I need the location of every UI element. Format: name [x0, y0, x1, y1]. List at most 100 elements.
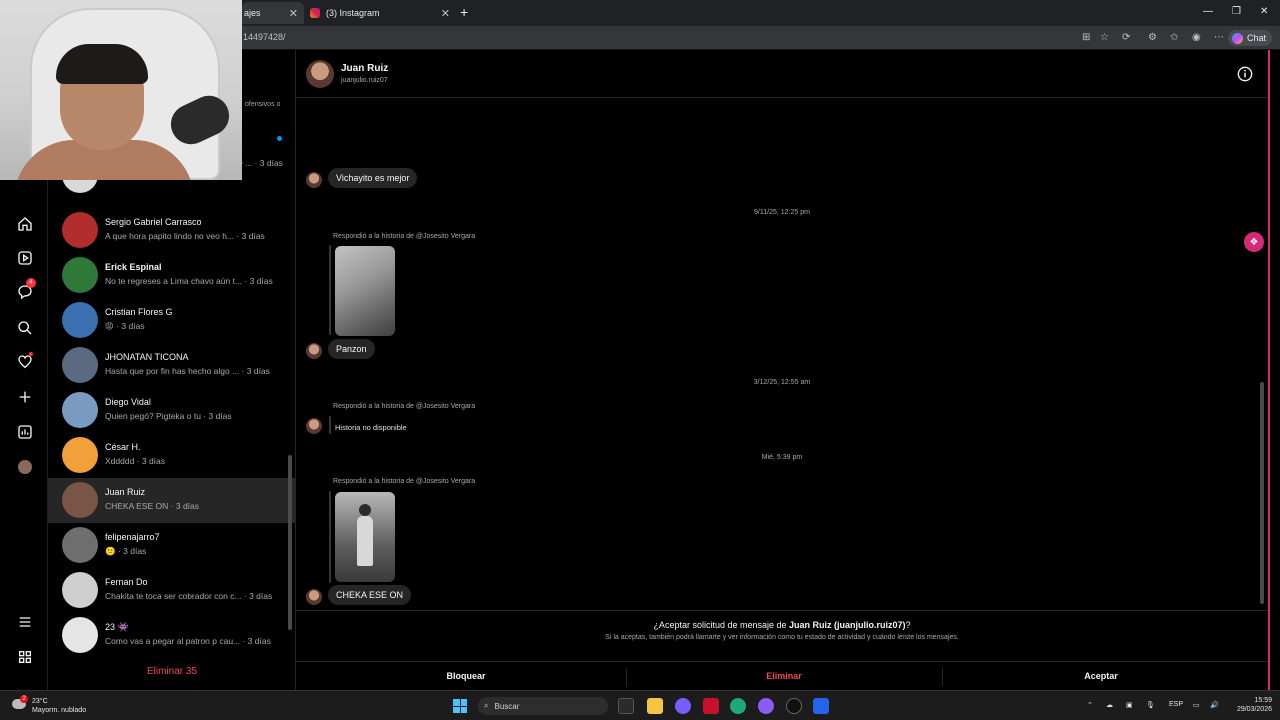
avatar: [62, 257, 98, 293]
conversation-item[interactable]: Juan Ruiz CHEKA ESE ON · 3 días: [48, 478, 295, 523]
story-reply-label: Respondió a la historia de @Josesito Ver…: [333, 478, 476, 485]
conversation-name: 23 👾: [105, 622, 129, 632]
avatar: [62, 527, 98, 563]
delete-requests-button[interactable]: Eliminar 35: [48, 666, 295, 677]
conversation-item[interactable]: Diego Vidal Quien pegó? Pigteka o tu · 3 …: [48, 388, 295, 433]
message-bubble[interactable]: Vichayito es mejor: [328, 168, 418, 188]
search-icon[interactable]: [16, 319, 34, 337]
request-question: ¿Aceptar solicitud de mensaje de Juan Ru…: [296, 620, 1268, 630]
messages-icon[interactable]: 4: [16, 278, 36, 301]
chat-header: Juan Ruiz juanjulio.ruiz07: [296, 50, 1268, 98]
favorites-icon[interactable]: ✩: [1170, 32, 1178, 43]
sender-avatar: [306, 172, 322, 188]
messenger-icon[interactable]: [758, 698, 774, 714]
monitor-icon[interactable]: ▭: [1193, 701, 1200, 709]
copilot-gem-icon[interactable]: ❖: [1244, 232, 1264, 252]
create-plus-icon[interactable]: [16, 388, 34, 406]
conversation-item[interactable]: 23 👾 Como vas a pegar al patron p cau... …: [48, 613, 295, 658]
list-scrollbar[interactable]: [288, 455, 292, 630]
conversation-item[interactable]: Sergio Gabriel Carrasco A que hora papito…: [48, 208, 295, 253]
conversation-preview: Hasta que por fin has hecho algo ... · 3…: [105, 366, 270, 376]
contact-avatar[interactable]: [306, 60, 334, 88]
delete-button[interactable]: Eliminar: [622, 671, 946, 681]
edge-icon[interactable]: [730, 698, 746, 714]
task-view-icon[interactable]: [618, 698, 634, 714]
mic-icon[interactable]: 🎙: [1146, 701, 1155, 709]
home-icon[interactable]: [16, 215, 34, 233]
conversation-name: Diego Vidal: [105, 397, 151, 407]
clock[interactable]: 15:59 29/03/2026: [1228, 696, 1272, 714]
weather-widget[interactable]: 23°C Mayorm. nublado: [32, 697, 86, 715]
copilot-chat-button[interactable]: Chat: [1227, 30, 1272, 46]
app-icon[interactable]: [813, 698, 829, 714]
timestamp: 3/12/25, 12:55 am: [753, 379, 811, 386]
conversation-preview: 😡 · 3 días: [105, 321, 145, 331]
volume-icon[interactable]: 🔊: [1210, 701, 1219, 709]
activity-dot: [29, 352, 33, 356]
accept-button[interactable]: Aceptar: [939, 671, 1263, 681]
timestamp: 9/11/25, 12:25 pm: [754, 209, 810, 216]
tab-messages[interactable]: ajes ✕: [242, 2, 304, 24]
avatar: [62, 212, 98, 248]
profile-icon[interactable]: ◉: [1192, 32, 1201, 43]
office-app-icon[interactable]: [703, 698, 719, 714]
notifications-badge: 4: [26, 278, 36, 288]
copilot-app-icon[interactable]: [675, 698, 691, 714]
taskbar-search[interactable]: ⌕ Buscar: [478, 697, 608, 715]
menu-icon[interactable]: [16, 613, 34, 631]
info-icon[interactable]: [1237, 66, 1253, 82]
url-field[interactable]: 14497428/: [243, 32, 286, 42]
contact-name[interactable]: Juan Ruiz: [341, 63, 388, 74]
message-bubble[interactable]: CHEKA ESE ON: [328, 585, 412, 605]
file-explorer-icon[interactable]: [647, 698, 663, 714]
new-tab-icon[interactable]: +: [460, 4, 468, 20]
close-window-icon[interactable]: ✕: [1260, 6, 1268, 17]
extensions-icon[interactable]: ⚙: [1148, 32, 1157, 43]
maximize-icon[interactable]: ❐: [1232, 6, 1241, 17]
block-button[interactable]: Bloquear: [304, 671, 628, 681]
refresh-icon[interactable]: ⟳: [1122, 32, 1130, 43]
story-thumbnail[interactable]: [335, 492, 395, 582]
avatar: [62, 302, 98, 338]
favorite-star-icon[interactable]: ☆: [1100, 32, 1109, 43]
profile-avatar[interactable]: [16, 458, 34, 476]
cloud-tray-icon[interactable]: ☁: [1106, 701, 1113, 709]
avatar: [62, 437, 98, 473]
reels-icon[interactable]: [16, 249, 34, 267]
heart-icon[interactable]: [16, 352, 34, 371]
conversation-item[interactable]: felipenajarro7 🙂 · 3 días: [48, 523, 295, 568]
more-apps-icon[interactable]: [16, 648, 34, 666]
person-hair: [56, 44, 148, 84]
weather-badge: 2: [20, 695, 28, 703]
more-icon[interactable]: ⋯: [1214, 32, 1224, 43]
date: 29/03/2026: [1236, 706, 1272, 713]
conversation-item[interactable]: César H. Xddddd · 3 días: [48, 433, 295, 478]
webcam-overlay: [0, 0, 242, 180]
tab-instagram[interactable]: (3) Instagram ✕: [306, 2, 456, 24]
tray-app-icon[interactable]: ▣: [1126, 701, 1133, 709]
windows-start-icon[interactable]: [453, 699, 467, 713]
minimize-icon[interactable]: —: [1203, 6, 1213, 17]
dashboard-icon[interactable]: [16, 423, 34, 441]
conversation-item[interactable]: JHONATAN TICONA Hasta que por fin has hec…: [48, 343, 295, 388]
chrome-icon[interactable]: [786, 698, 802, 714]
language-indicator[interactable]: ESP: [1169, 701, 1183, 708]
conversation-name: Sergio Gabriel Carrasco: [105, 217, 202, 227]
story-thumbnail[interactable]: [335, 246, 395, 336]
conversation-item[interactable]: Fernan Do Chakita te toca ser cobrador co…: [48, 568, 295, 613]
close-icon[interactable]: ✕: [441, 7, 450, 20]
conversation-preview: 🙂 · 3 días: [105, 546, 147, 556]
conversation-item[interactable]: Erick Espinal No te regreses a Lima chavo…: [48, 253, 295, 298]
conversation-name: Erick Espinal: [105, 262, 162, 272]
story-reply-label: Respondió a la historia de @Josesito Ver…: [333, 233, 476, 240]
question-name: Juan Ruiz (juanjulio.ruiz07): [789, 620, 906, 630]
apps-icon[interactable]: ⊞: [1082, 32, 1090, 43]
chat-scrollbar[interactable]: [1260, 382, 1264, 604]
tray-chevron-icon[interactable]: ⌃: [1087, 701, 1093, 709]
conversation-preview: CHEKA ESE ON · 3 días: [105, 501, 200, 511]
reply-bar: [329, 491, 331, 583]
close-icon[interactable]: ✕: [289, 7, 298, 20]
message-bubble[interactable]: Panzon: [328, 339, 375, 359]
request-subtitle: Si la aceptas, también podrá llamarte y …: [605, 634, 959, 641]
conversation-item[interactable]: Cristian Flores G 😡 · 3 días: [48, 298, 295, 343]
